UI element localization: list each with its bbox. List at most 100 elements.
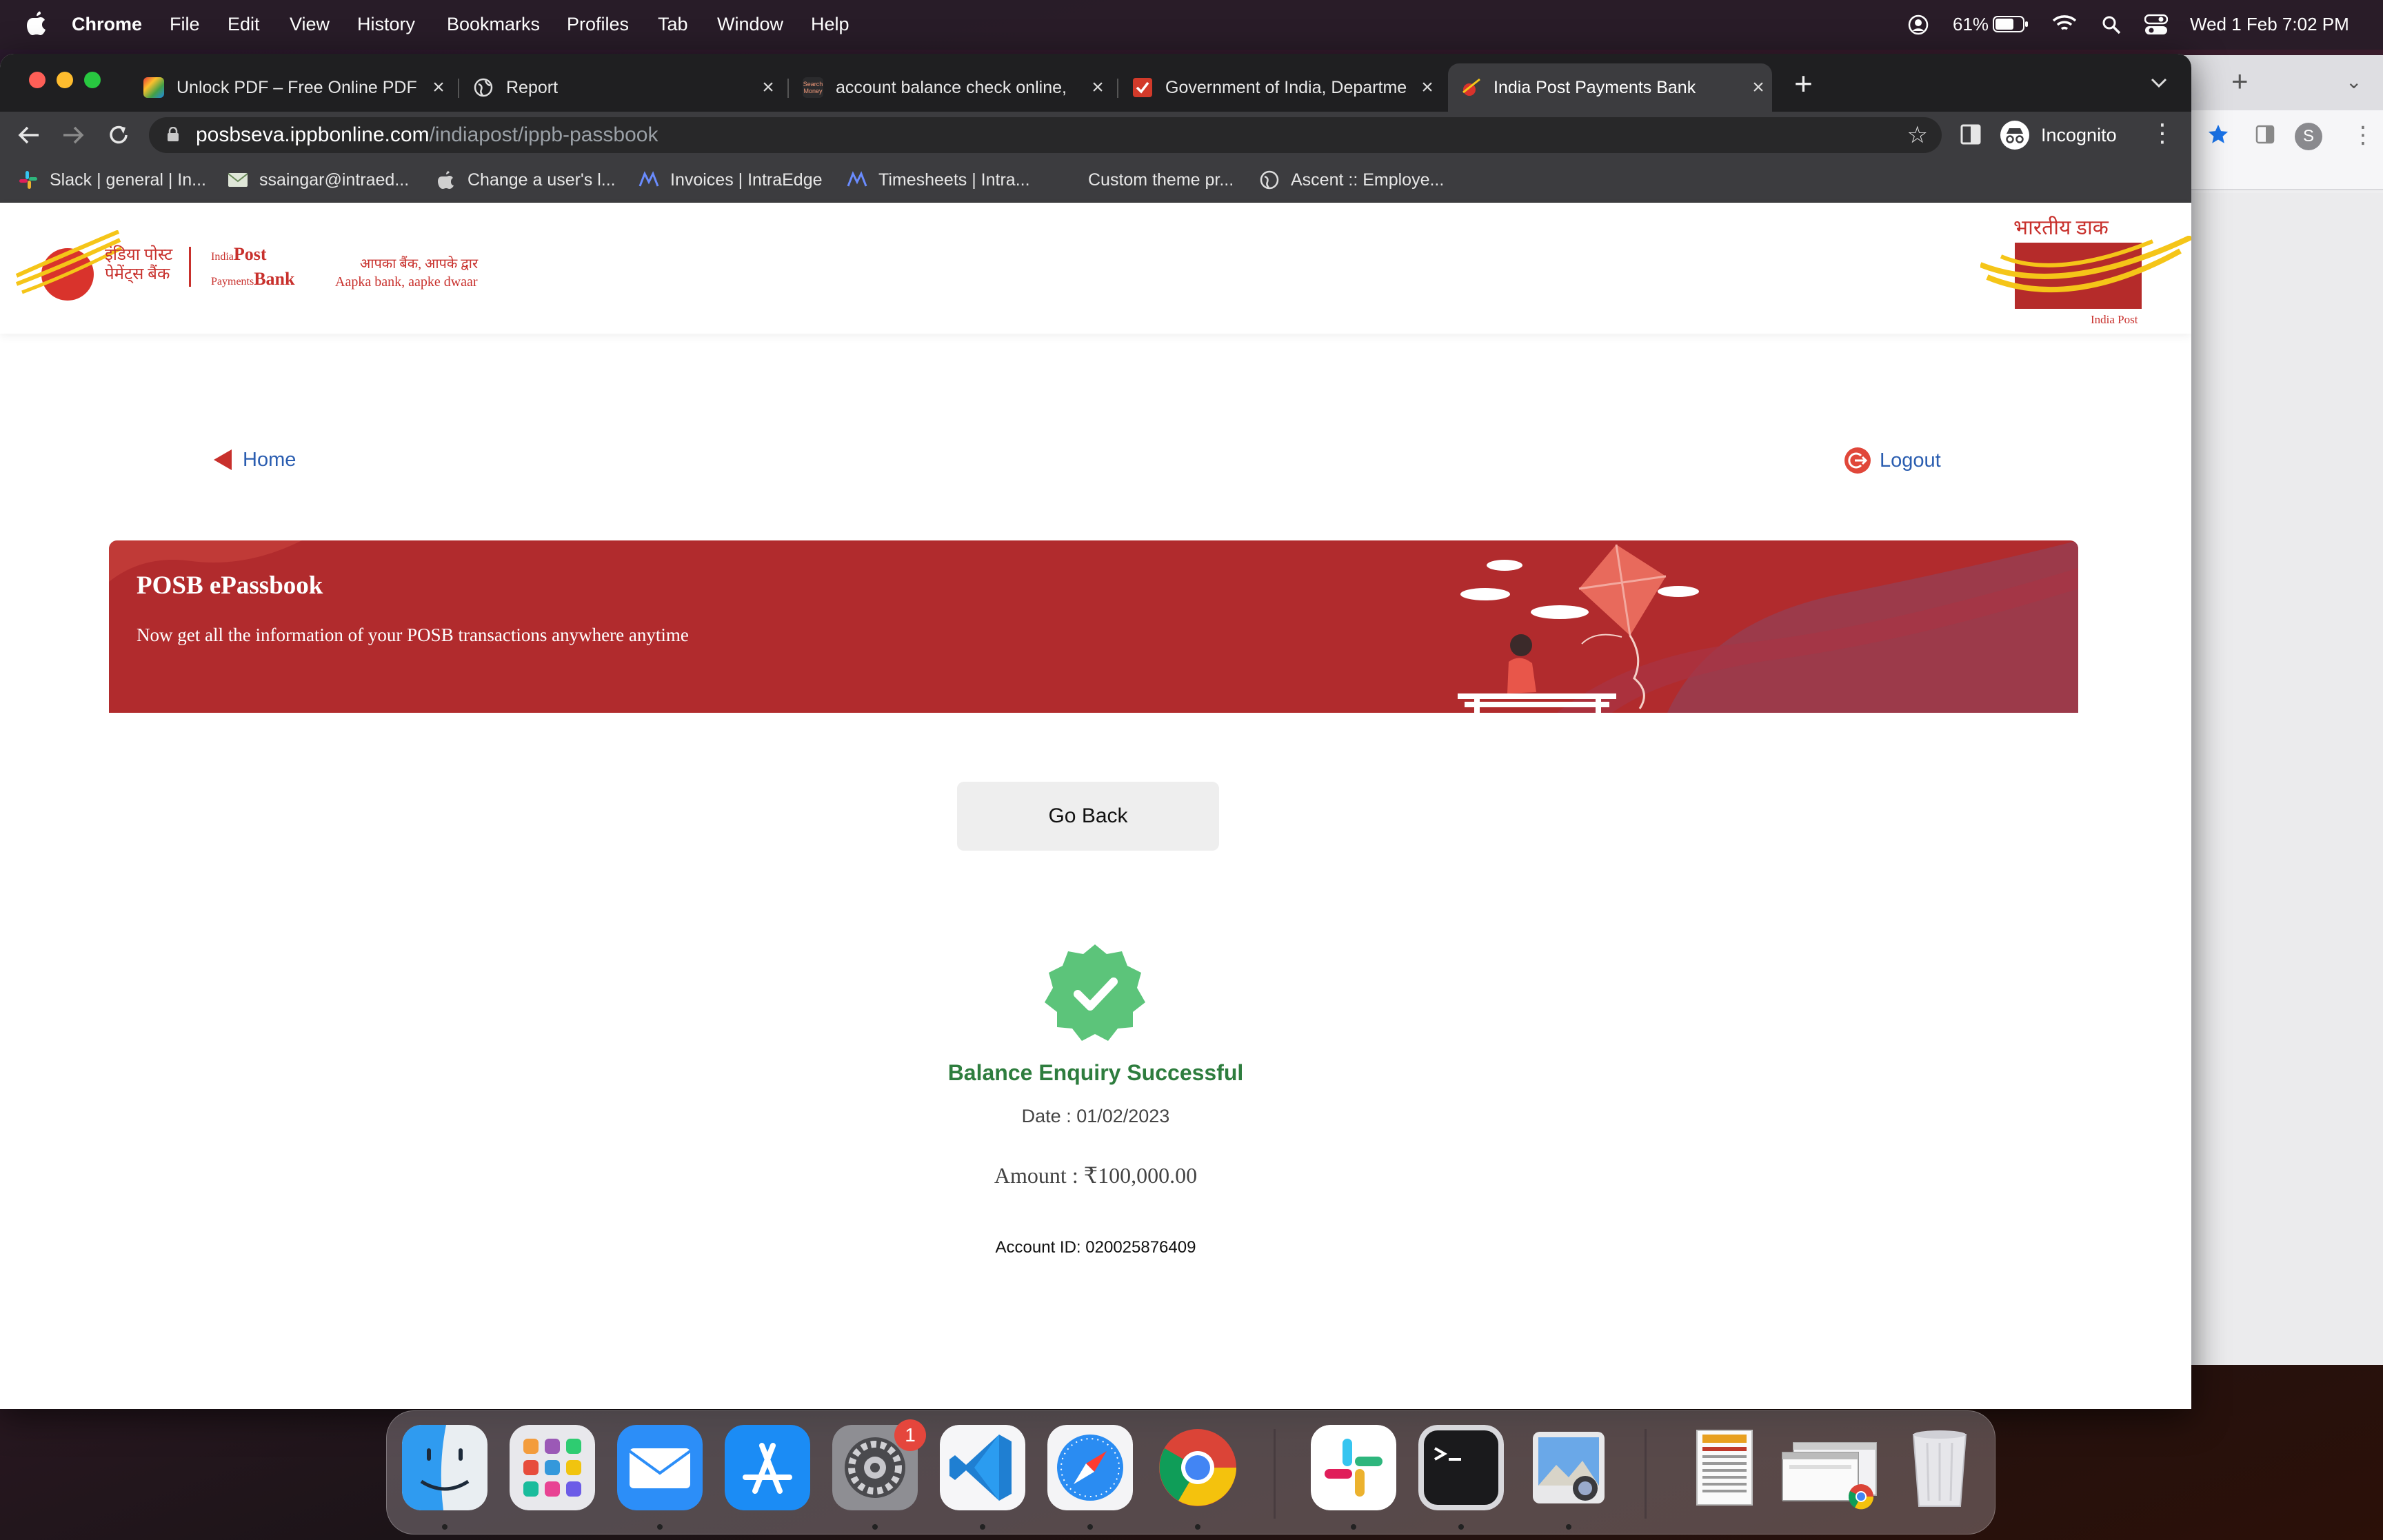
- tab-unlock-pdf[interactable]: Unlock PDF – Free Online PDF ×: [131, 63, 452, 112]
- chrome-running-indicator: [1195, 1524, 1200, 1530]
- document-stack-icon[interactable]: [1682, 1425, 1767, 1510]
- tab-title: Government of India, Departme: [1165, 77, 1407, 97]
- menu-edit[interactable]: Edit: [228, 14, 260, 35]
- menu-file[interactable]: File: [170, 14, 200, 35]
- tab-close-icon[interactable]: ×: [425, 76, 452, 99]
- search-icon: Search Money: [803, 77, 823, 98]
- bookmark-slack[interactable]: Slack | general | In...: [18, 170, 206, 190]
- menu-help[interactable]: Help: [811, 14, 849, 35]
- control-center-icon[interactable]: [2144, 14, 2168, 36]
- finder-icon[interactable]: [402, 1425, 487, 1510]
- terminal-icon[interactable]: [1418, 1425, 1504, 1510]
- bookmark-ascent[interactable]: Ascent :: Employe...: [1259, 170, 1444, 190]
- close-window-button[interactable]: [29, 72, 46, 88]
- chrome-icon[interactable]: [1155, 1425, 1240, 1510]
- background-new-tab-icon[interactable]: +: [2231, 65, 2249, 98]
- lock-icon[interactable]: [167, 127, 179, 142]
- slack-app-icon[interactable]: [1311, 1425, 1396, 1510]
- menu-history[interactable]: History: [357, 14, 415, 35]
- site-header: इंडिया पोस्ट पेमेंट्स बैंक IndiaPost Pay…: [0, 203, 2191, 334]
- account-id: Account ID: 020025876409: [995, 1238, 1196, 1257]
- tab-search-chevron-icon[interactable]: [2150, 76, 2168, 90]
- new-tab-icon[interactable]: +: [1794, 65, 1813, 102]
- tab-close-icon[interactable]: ×: [1414, 76, 1441, 99]
- logout-link[interactable]: Logout: [1844, 447, 1941, 474]
- address-bar[interactable]: posbseva.ippbonline.com/indiapost/ippb-p…: [149, 117, 1942, 153]
- success-check-icon: [1045, 944, 1145, 1041]
- bookmark-label: ssaingar@intraed...: [259, 170, 410, 190]
- minimized-chrome-windows-icon[interactable]: [1780, 1425, 1883, 1510]
- spotlight-search-icon[interactable]: [2102, 15, 2121, 34]
- chrome-menu-icon[interactable]: ⋮: [2150, 119, 2175, 148]
- gov-icon: [1133, 78, 1152, 97]
- menu-view[interactable]: View: [290, 14, 330, 35]
- bookmark-label: Ascent :: Employe...: [1291, 170, 1445, 190]
- india-post-logo[interactable]: भारतीय डाक India Post: [1980, 210, 2191, 331]
- incognito-profile-button[interactable]: Incognito: [2000, 119, 2135, 152]
- logo-bank-text: Bank: [254, 269, 295, 289]
- bookmark-star-icon[interactable]: ☆: [1907, 121, 1928, 149]
- web-page: इंडिया पोस्ट पेमेंट्स बैंक IndiaPost Pay…: [0, 203, 2191, 1409]
- slack-running-indicator: [1351, 1524, 1356, 1530]
- tab-close-icon[interactable]: ×: [1744, 76, 1772, 99]
- trash-icon[interactable]: [1897, 1425, 1982, 1510]
- mail-app-icon[interactable]: [617, 1425, 703, 1510]
- home-link[interactable]: Home: [212, 448, 296, 472]
- wifi-icon[interactable]: [2052, 14, 2077, 34]
- app-store-icon[interactable]: [725, 1425, 810, 1510]
- preview-icon[interactable]: [1526, 1425, 1611, 1510]
- forward-arrow-icon[interactable]: [59, 121, 87, 149]
- intraedge-icon: [847, 171, 867, 187]
- background-side-panel-icon[interactable]: [2255, 124, 2275, 145]
- globe-icon: [1260, 170, 1279, 190]
- blank-icon: [1056, 170, 1077, 190]
- ippb-logo-english: IndiaPost PaymentsBank: [211, 244, 294, 289]
- globe-icon: [474, 78, 493, 97]
- background-bookmark-star-icon[interactable]: [2206, 123, 2230, 146]
- ippb-logo[interactable]: इंडिया पोस्ट पेमेंट्स बैंक IndiaPost Pay…: [15, 230, 305, 306]
- background-tab-list-icon[interactable]: ⌄: [2346, 70, 2362, 93]
- menu-tab[interactable]: Tab: [658, 14, 688, 35]
- tab-government-of-india[interactable]: Government of India, Departme ×: [1120, 63, 1441, 112]
- menu-profiles[interactable]: Profiles: [567, 14, 629, 35]
- go-back-button[interactable]: Go Back: [957, 782, 1219, 851]
- balance-amount: Amount : ₹100,000.00: [994, 1163, 1198, 1188]
- background-browser-window[interactable]: × + ⌄ S ⋮: [2158, 55, 2383, 1365]
- tab-separator: [458, 79, 459, 98]
- bookmark-invoices[interactable]: Invoices | IntraEdge: [639, 170, 823, 190]
- app-name-menu[interactable]: Chrome: [72, 14, 142, 35]
- minimize-window-button[interactable]: [57, 72, 73, 88]
- bookmark-mail[interactable]: ssaingar@intraed...: [228, 170, 409, 190]
- tab-close-icon[interactable]: ×: [754, 76, 782, 99]
- tab-india-post-payments-bank[interactable]: India Post Payments Bank ×: [1448, 63, 1772, 112]
- side-panel-icon[interactable]: [1960, 123, 1982, 146]
- background-profile-avatar[interactable]: S: [2295, 123, 2322, 150]
- kite-girl-illustration: [1458, 544, 1699, 713]
- safari-icon[interactable]: [1047, 1425, 1133, 1510]
- bookmark-custom-theme[interactable]: Custom theme pr...: [1056, 170, 1234, 190]
- battery-icon[interactable]: [1993, 15, 2029, 33]
- user-account-icon[interactable]: [1907, 14, 1929, 36]
- launchpad-icon[interactable]: [510, 1425, 595, 1510]
- tab-account-balance-search[interactable]: Search Money account balance check online…: [790, 63, 1112, 112]
- maximize-window-button[interactable]: [84, 72, 101, 88]
- background-menu-icon[interactable]: ⋮: [2351, 121, 2375, 149]
- apple-menu-icon[interactable]: [26, 11, 47, 36]
- bookmark-timesheets[interactable]: Timesheets | Intra...: [847, 170, 1030, 190]
- menu-bar-clock[interactable]: Wed 1 Feb 7:02 PM: [2190, 14, 2349, 35]
- ippb-icon: [1462, 78, 1480, 96]
- vscode-icon[interactable]: [940, 1425, 1025, 1510]
- back-arrow-icon[interactable]: [15, 121, 43, 149]
- notification-badge: 1: [894, 1419, 926, 1451]
- tab-separator: [787, 79, 789, 98]
- bookmark-change-user[interactable]: Change a user's l...: [436, 170, 616, 190]
- incognito-icon: [2000, 121, 2029, 150]
- menu-bookmarks[interactable]: Bookmarks: [447, 14, 540, 35]
- bookmark-label: Custom theme pr...: [1088, 170, 1234, 190]
- tab-close-icon[interactable]: ×: [1084, 76, 1112, 99]
- macos-menu-bar: Chrome File Edit View History Bookmarks …: [0, 0, 2383, 50]
- menu-window[interactable]: Window: [717, 14, 783, 35]
- tab-title: Report: [506, 77, 559, 97]
- reload-icon[interactable]: [105, 121, 132, 149]
- tab-report[interactable]: Report ×: [461, 63, 782, 112]
